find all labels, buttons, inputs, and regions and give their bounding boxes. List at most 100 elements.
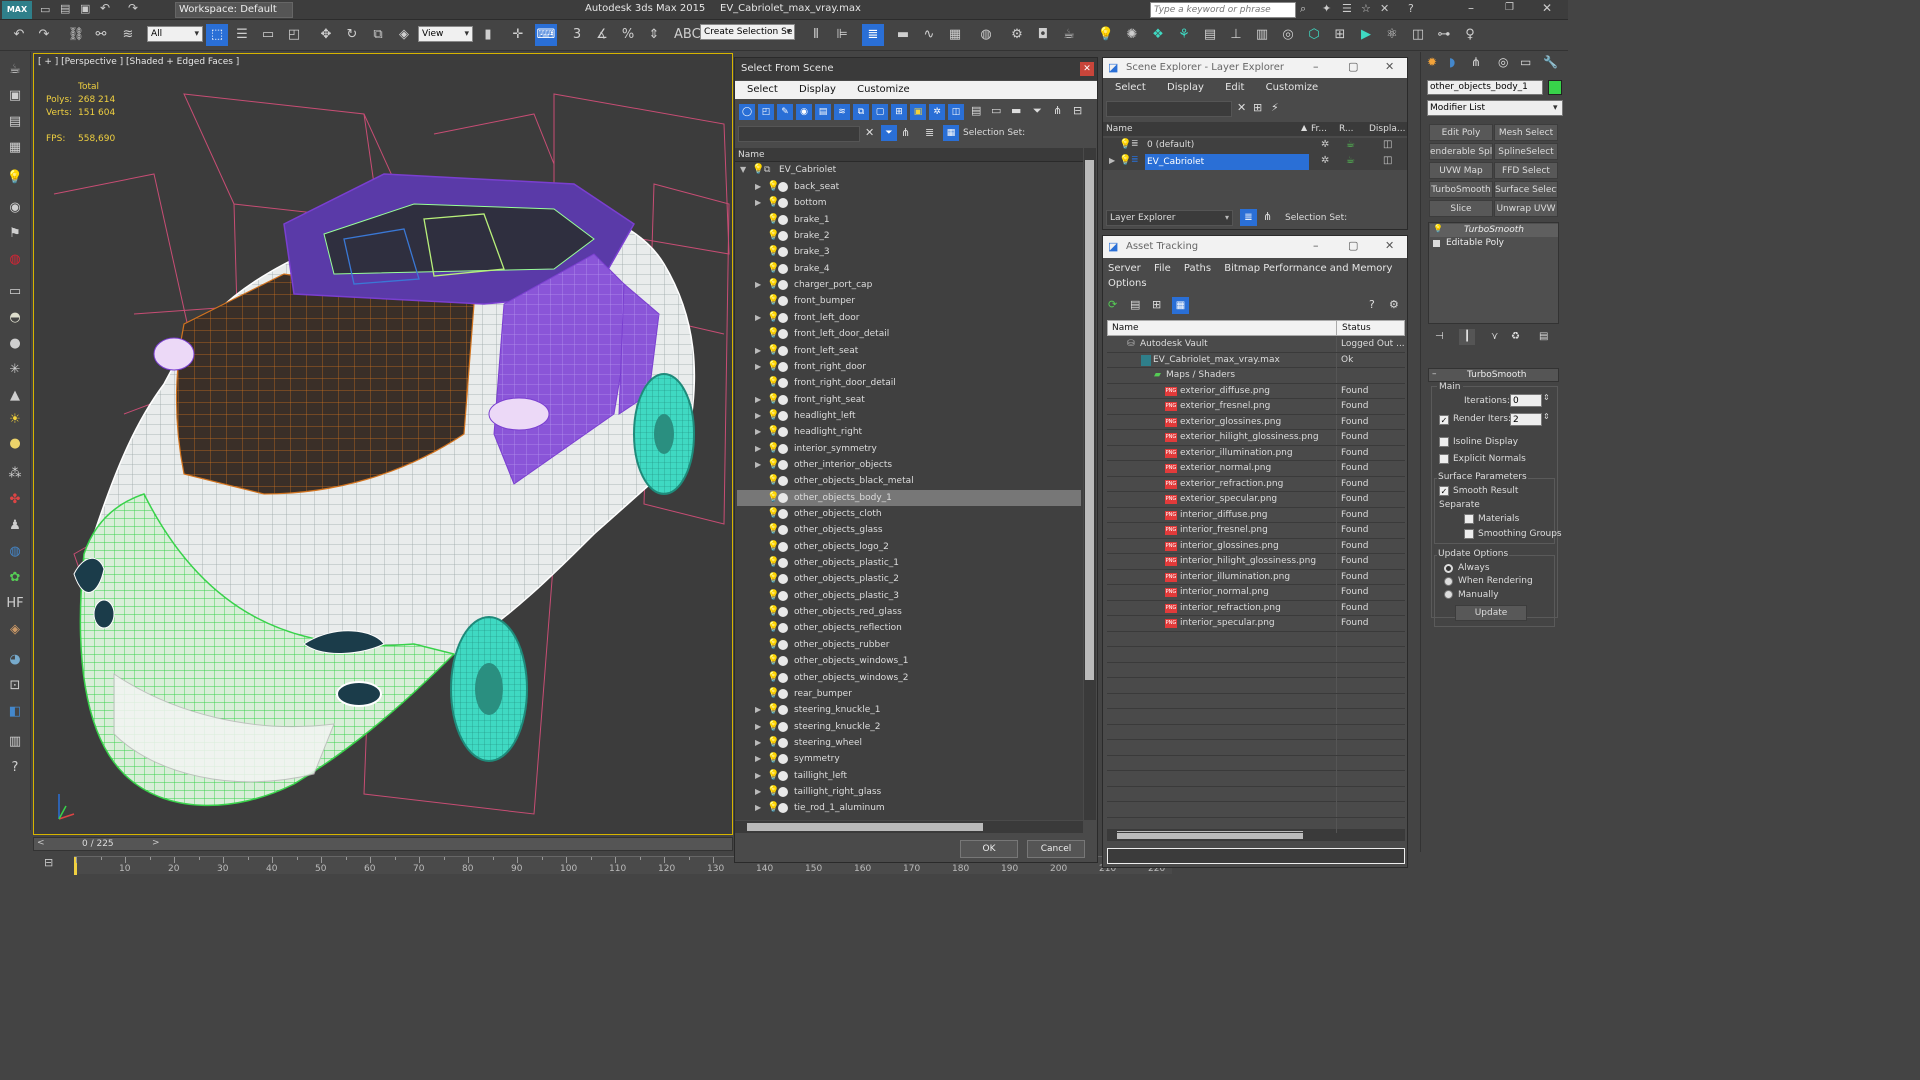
subscription-icon[interactable]: ✦: [1322, 2, 1331, 15]
asset-row-map[interactable]: PNG interior_glossines.png Found: [1107, 538, 1405, 554]
render-sphere-icon[interactable]: ◕: [4, 650, 26, 670]
expand-arrow-icon[interactable]: ▶: [755, 277, 761, 293]
at-menu-server[interactable]: Server: [1108, 261, 1141, 277]
close-window-icon[interactable]: ✕: [1542, 1, 1552, 15]
select-menu-select[interactable]: Select: [747, 81, 778, 99]
expand-arrow-icon[interactable]: ▶: [755, 310, 761, 326]
scene-tree-header[interactable]: Name: [735, 148, 1083, 162]
time-slider[interactable]: < 0 / 225 >: [33, 837, 733, 851]
batch-icon[interactable]: ▥: [4, 732, 26, 752]
binoculars-icon[interactable]: ⌕: [1300, 2, 1306, 16]
vray-lightlister-icon[interactable]: ♀: [1459, 24, 1481, 46]
scene-explorer-titlebar[interactable]: ◪ Scene Explorer - Layer Explorer – ▢ ✕: [1103, 58, 1407, 78]
new-file-icon[interactable]: ▭: [40, 3, 50, 16]
particle-flow-icon[interactable]: ✤: [4, 490, 26, 510]
asset-minimize-icon[interactable]: –: [1313, 239, 1319, 252]
scene-tree-item[interactable]: ▶ 💡 front_right_seat: [737, 392, 1081, 408]
asset-row-map[interactable]: PNG interior_illumination.png Found: [1107, 569, 1405, 585]
scene-tree-item[interactable]: ▶ 💡 back_seat: [737, 179, 1081, 195]
move-icon[interactable]: ✥: [315, 24, 337, 46]
ffd-select-button[interactable]: FFD Select: [1494, 162, 1558, 179]
asset-row-map[interactable]: PNG exterior_illumination.png Found: [1107, 445, 1405, 461]
favorites-icon[interactable]: ☆: [1361, 2, 1371, 15]
scene-tree-item[interactable]: 💡 other_objects_reflection: [737, 620, 1081, 636]
cloth-icon[interactable]: ◈: [4, 620, 26, 640]
filter-options-icon[interactable]: ⋔: [1053, 104, 1062, 117]
sphere-icon[interactable]: ●: [4, 334, 26, 354]
vray-plane-icon[interactable]: ▤: [1199, 24, 1221, 46]
dome-icon[interactable]: ◓: [4, 308, 26, 328]
expand-arrow-icon[interactable]: ▶: [755, 784, 761, 800]
select-dialog-titlebar[interactable]: Select From Scene ✕: [735, 58, 1097, 80]
expand-arrow-icon[interactable]: ▶: [755, 424, 761, 440]
expand-arrow-icon[interactable]: ▶: [755, 702, 761, 718]
selection-set-icon[interactable]: ▦: [943, 125, 959, 141]
smoothing-groups-checkbox[interactable]: [1464, 529, 1474, 539]
pivot-center-icon[interactable]: ▮: [477, 24, 499, 46]
slice-button[interactable]: Slice: [1429, 200, 1493, 217]
utilities-tab-icon[interactable]: 🔧: [1543, 55, 1558, 69]
freeze-icon[interactable]: ✲: [1321, 139, 1329, 150]
uvw-map-button[interactable]: UVW Map: [1429, 162, 1493, 179]
vray-fur-icon[interactable]: ⚘: [1173, 24, 1195, 46]
scene-tree-root[interactable]: ▼ 💡 ⧉ EV_Cabriolet: [737, 162, 1081, 178]
turbosmooth-rollout-header[interactable]: – TurboSmooth: [1428, 368, 1559, 382]
create-tab-icon[interactable]: ✹: [1427, 55, 1437, 69]
cancel-button[interactable]: Cancel: [1027, 840, 1085, 858]
asset-col-name[interactable]: Name: [1112, 323, 1139, 333]
always-radio[interactable]: [1444, 564, 1453, 573]
question-icon[interactable]: ?: [4, 758, 26, 778]
vray-sphere-icon[interactable]: ▥: [1251, 24, 1273, 46]
select-object-icon[interactable]: ⬚: [206, 24, 228, 46]
spacewarp-icon[interactable]: ◍: [4, 250, 26, 270]
scene-tree-item[interactable]: 💡 brake_2: [737, 228, 1081, 244]
rollout-collapse-icon[interactable]: –: [1432, 369, 1437, 379]
scene-tree-item[interactable]: 💡 brake_1: [737, 212, 1081, 228]
scene-tree-item[interactable]: ▶ 💡 interior_symmetry: [737, 441, 1081, 457]
find-icon[interactable]: ⋔: [901, 126, 910, 139]
box-icon[interactable]: ▣: [4, 86, 26, 106]
grid-icon[interactable]: ▦: [4, 138, 26, 158]
ribbon-icon[interactable]: ▬: [892, 24, 914, 46]
expand-arrow-icon[interactable]: ▶: [755, 719, 761, 735]
scene-tree-item[interactable]: ▶ 💡 taillight_right_glass: [737, 784, 1081, 800]
expand-arrow-icon[interactable]: ▶: [755, 457, 761, 473]
tree-view-icon[interactable]: ⊞: [1152, 298, 1161, 311]
asset-row-map[interactable]: PNG interior_specular.png Found: [1107, 616, 1405, 632]
scene-tree-item[interactable]: ▶ 💡 headlight_left: [737, 408, 1081, 424]
stack-item-editable-poly[interactable]: Editable Poly: [1430, 237, 1558, 250]
remove-modifier-icon[interactable]: ♻: [1511, 331, 1520, 342]
unwrap-uvw-button[interactable]: Unwrap UVW: [1494, 200, 1558, 217]
rect-region-icon[interactable]: ▭: [257, 24, 279, 46]
expand-arrow-icon[interactable]: ▶: [755, 408, 761, 424]
scene-tree-item[interactable]: 💡 other_objects_body_1: [737, 489, 1081, 506]
scene-tree-item[interactable]: ▶ 💡 headlight_right: [737, 424, 1081, 440]
iterations-spin-arrows-icon[interactable]: ⇕: [1543, 393, 1550, 402]
snaps-toggle-icon[interactable]: 3: [566, 24, 588, 46]
perspective-viewport[interactable]: [ + ] [Perspective ] [Shaded + Edged Fac…: [33, 53, 733, 835]
se-highlight-icon[interactable]: ⚡: [1271, 101, 1279, 114]
asset-row-map[interactable]: PNG exterior_refraction.png Found: [1107, 476, 1405, 492]
vray-toolbar-icon[interactable]: ⚛: [1381, 24, 1403, 46]
curve-editor-icon[interactable]: ∿: [918, 24, 940, 46]
scene-tree-hscroll[interactable]: [735, 821, 1083, 833]
display-none-icon[interactable]: ▭: [991, 104, 1001, 117]
percent-snap-icon[interactable]: %: [617, 24, 639, 46]
expand-arrow-icon[interactable]: ▶: [755, 735, 761, 751]
update-button[interactable]: Update: [1455, 605, 1527, 621]
scene-explorer-minimize-icon[interactable]: –: [1313, 60, 1319, 73]
omni-light-icon[interactable]: ✳: [4, 360, 26, 380]
foliage-icon[interactable]: ✿: [4, 568, 26, 588]
car-wireframe-model[interactable]: [34, 54, 733, 835]
se-menu-customize[interactable]: Customize: [1266, 79, 1319, 97]
filter-xrefs-icon[interactable]: ▢: [872, 104, 888, 120]
ok-button[interactable]: OK: [960, 840, 1018, 858]
material-editor-icon[interactable]: ◍: [975, 24, 997, 46]
at-menu-paths[interactable]: Paths: [1184, 261, 1211, 277]
scene-tree-item[interactable]: 💡 front_bumper: [737, 293, 1081, 309]
edit-poly-button[interactable]: Edit Poly: [1429, 124, 1493, 141]
renderable-spline-button[interactable]: enderable Splin: [1429, 143, 1493, 160]
select-manipulate-icon[interactable]: ✛: [507, 24, 529, 46]
show-end-result-icon[interactable]: ┃: [1459, 329, 1475, 345]
se-col-render[interactable]: R...: [1339, 124, 1354, 134]
